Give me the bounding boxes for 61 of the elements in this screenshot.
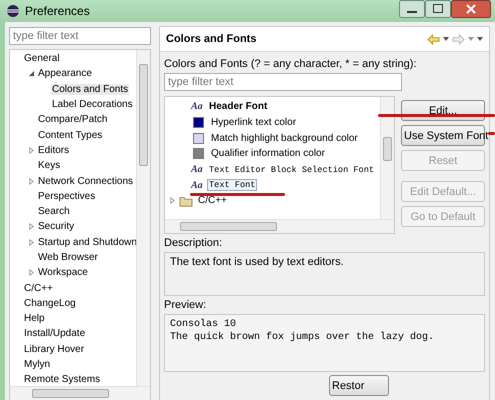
tree-item[interactable]: Remote Systems <box>23 374 102 386</box>
font-icon: Aa <box>191 101 204 112</box>
description-label: Description: <box>164 237 224 249</box>
preview-label: Preview: <box>164 299 208 311</box>
scrollbar[interactable] <box>136 50 150 386</box>
tree-item[interactable]: Workspace <box>37 267 89 278</box>
tree-item[interactable]: Appearance <box>37 68 93 80</box>
collapsed-arrow-icon[interactable] <box>169 197 176 204</box>
caret-icon[interactable] <box>443 37 449 41</box>
scrollbar[interactable] <box>380 97 394 220</box>
collapsed-arrow-icon[interactable] <box>28 146 35 154</box>
tree-item[interactable]: Hyperlink text color <box>209 116 298 130</box>
preview-text: The quick brown fox jumps over the lazy dog. <box>170 331 436 344</box>
tree-item[interactable]: Help <box>23 313 46 324</box>
restore-button[interactable]: Restor <box>329 375 389 396</box>
tree-item[interactable]: Colors and Fonts <box>51 84 130 95</box>
tree-item[interactable]: Library Hover <box>23 344 86 355</box>
tree-item[interactable]: Label Decorations <box>51 99 134 110</box>
tree-item[interactable]: Web Browser <box>37 252 99 263</box>
close-button[interactable] <box>451 0 491 18</box>
collapsed-arrow-icon[interactable] <box>28 269 35 276</box>
menu-icon[interactable] <box>477 37 483 41</box>
tree-item[interactable]: ChangeLog <box>23 298 77 309</box>
tree-item[interactable]: General <box>23 53 61 64</box>
filter-field[interactable]: type filter text <box>9 27 151 45</box>
tree-item[interactable]: Text Editor Block Selection Font <box>207 164 376 176</box>
horizontal-scrollbar[interactable] <box>10 386 150 400</box>
filter-label: Colors and Fonts (? = any character, * = any string): <box>164 58 418 70</box>
tree-item[interactable]: Keys <box>37 160 62 172</box>
annotation-line <box>488 132 495 135</box>
tree-item[interactable]: Text Font <box>207 179 258 192</box>
tree-item[interactable]: Search <box>37 206 71 218</box>
tree-item[interactable]: Content Types <box>37 130 104 141</box>
minimize-button[interactable] <box>399 0 425 18</box>
maximize-button[interactable] <box>425 0 451 18</box>
tree-item[interactable]: Startup and Shutdown <box>37 236 138 248</box>
tree-item[interactable]: Mylyn <box>23 359 52 370</box>
folder-icon <box>179 194 193 207</box>
preview-text: Consolas 10 <box>170 318 238 331</box>
tree-item[interactable]: Install/Update <box>23 328 86 340</box>
tree-item[interactable]: Compare/Patch <box>37 114 108 126</box>
window-title: Preferences <box>25 4 90 18</box>
description-text: The text font is used by text editors. <box>164 252 485 296</box>
tree-item[interactable]: Network Connections <box>37 176 134 187</box>
tree-item[interactable]: Perspectives <box>37 190 96 202</box>
collapsed-arrow-icon[interactable] <box>28 238 35 246</box>
tree-item[interactable]: C/C++ <box>196 194 229 208</box>
tree-item[interactable]: Security <box>37 221 76 232</box>
tree-item[interactable]: C/C++ <box>23 282 54 294</box>
tree-item[interactable]: Qualifier information color <box>209 147 327 160</box>
font-icon: Aa <box>191 180 204 191</box>
collapsed-arrow-icon[interactable] <box>28 178 35 185</box>
filter-field[interactable]: type filter text <box>164 73 402 91</box>
tree-item[interactable]: Match highlight background color <box>209 132 360 145</box>
tree-item[interactable]: Header Font <box>207 100 270 114</box>
tree-item[interactable]: Editors <box>37 144 70 156</box>
expanded-arrow-icon[interactable] <box>28 70 35 78</box>
font-icon: Aa <box>191 164 204 176</box>
horizontal-scrollbar[interactable] <box>165 219 394 233</box>
collapsed-arrow-icon[interactable] <box>28 223 35 230</box>
page-title: Colors and Fonts <box>166 33 258 45</box>
